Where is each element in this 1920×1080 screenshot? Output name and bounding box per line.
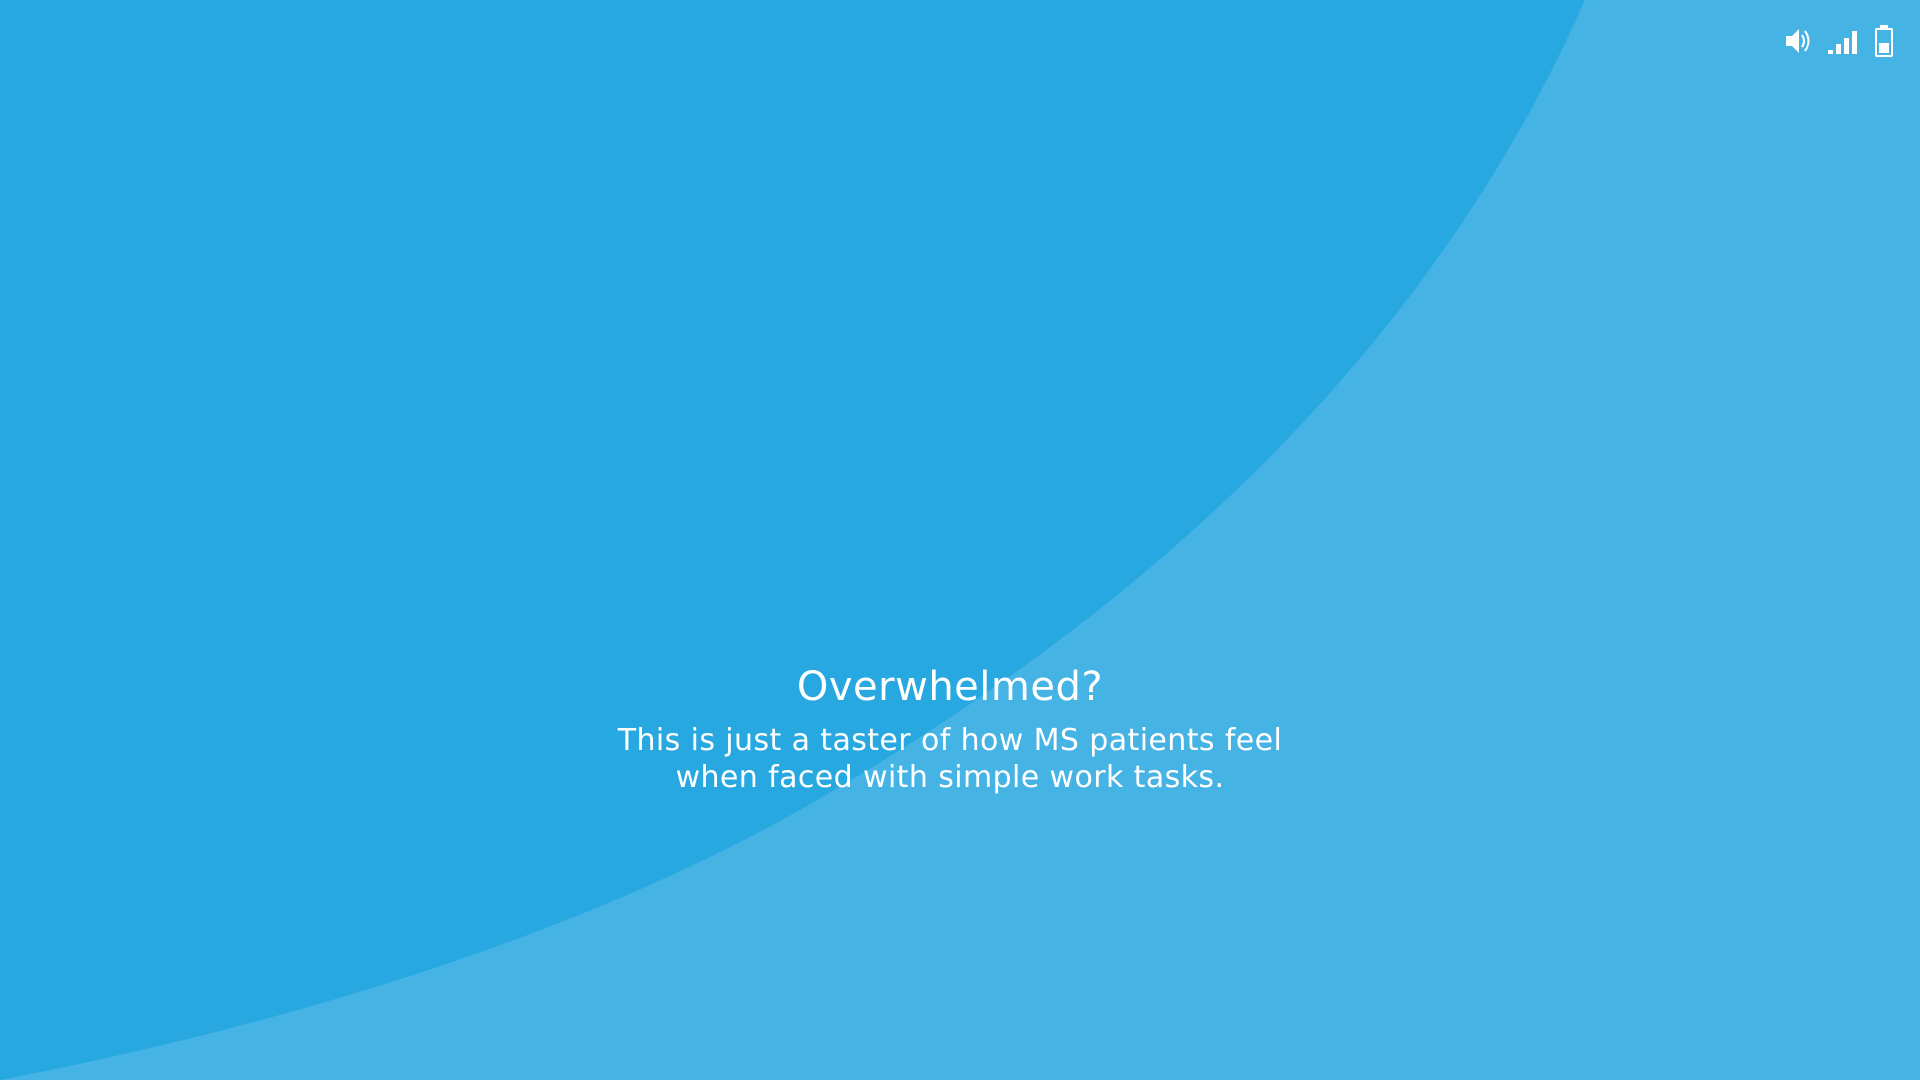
message-line-1: This is just a taster of how MS patients… bbox=[617, 723, 1283, 758]
status-bar bbox=[1784, 24, 1894, 58]
signal-icon[interactable] bbox=[1828, 26, 1860, 56]
overwhelmed-message: Overwhelmed? This is just a taster of ho… bbox=[0, 660, 1900, 796]
background bbox=[0, 0, 1920, 1080]
battery-icon[interactable] bbox=[1874, 24, 1894, 58]
message-title: Overwhelmed? bbox=[796, 664, 1104, 710]
volume-icon[interactable] bbox=[1784, 25, 1814, 57]
message-line-2: when faced with simple work tasks. bbox=[675, 760, 1225, 795]
